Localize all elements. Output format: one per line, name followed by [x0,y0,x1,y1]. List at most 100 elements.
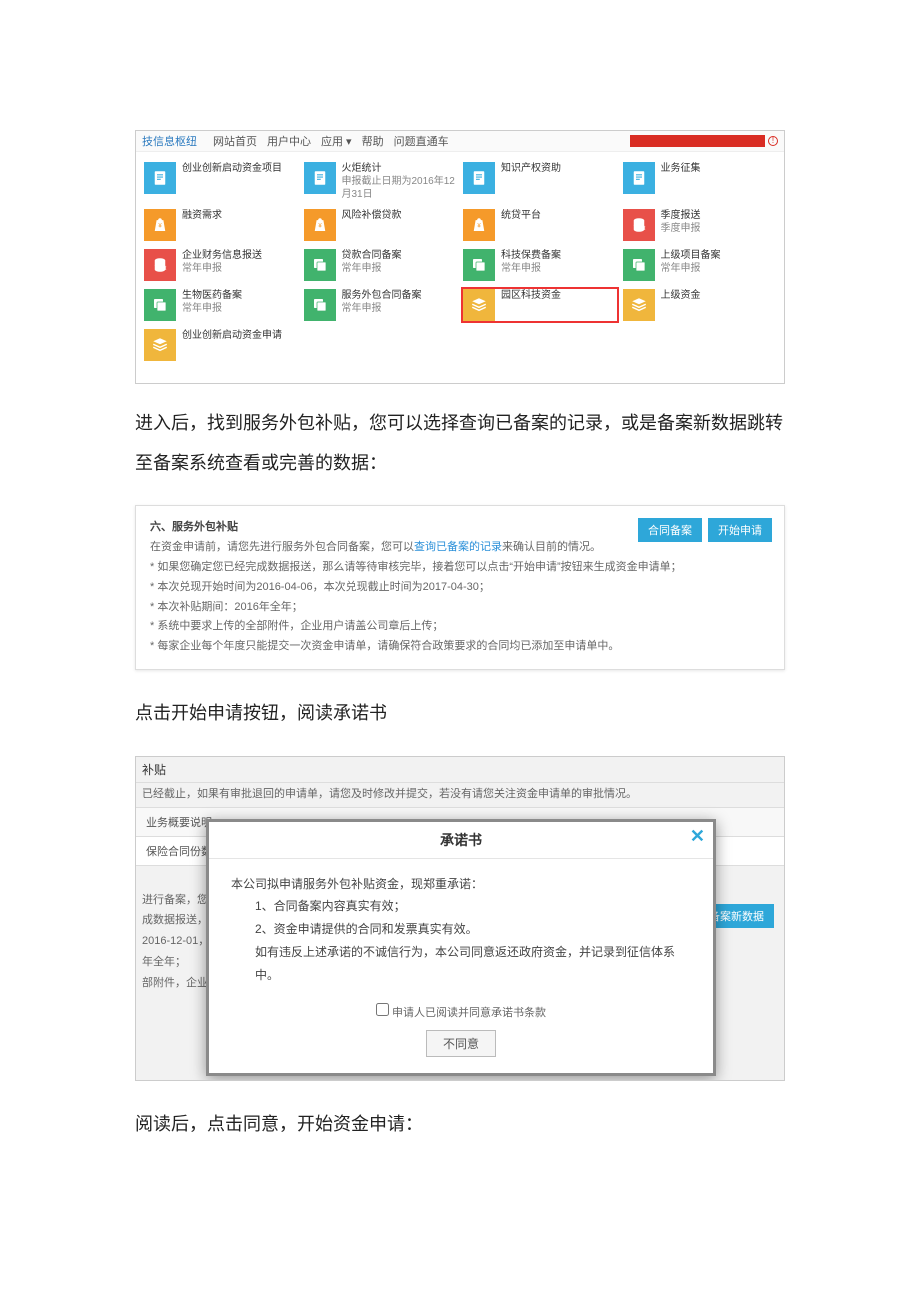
tile-title: 上级项目备案 [661,249,721,262]
dialog-body: 本公司拟申请服务外包补贴资金，现郑重承诺： 1、合同备案内容真实有效； 2、资金… [209,859,713,999]
dialog-header: 承诺书 ✕ [209,822,713,859]
bag-icon: ¥ [304,209,336,241]
bg-subtext: 已经截止，如果有审批退回的申请单，请您及时修改并提交，若没有请您关注资金申请单的… [136,783,784,803]
tile-title: 园区科技资金 [501,289,561,302]
tile-title: 科技保费备案 [501,249,561,262]
stack-icon [463,289,495,321]
nav-user[interactable]: 用户中心 [267,133,311,149]
doc-icon [304,162,336,194]
notice-l1a: 在资金申请前，请您先进行服务外包合同备案，您可以 [150,541,414,553]
screenshot-app-grid: 技信息枢纽 网站首页 用户中心 应用 ▾ 帮助 问题直通车 ! 创业创新启动资金… [135,130,785,384]
notice-line-6: * 每家企业每个年度只能提交一次资金申请单，请确保符合政策要求的合同均已添加至申… [150,637,770,657]
tile-title: 创业创新启动资金项目 [182,162,282,175]
screenshot-dialog: 补贴 已经截止，如果有审批退回的申请单，请您及时修改并提交，若没有请您关注资金申… [135,756,785,1081]
tile-subtitle: 常年申报 [182,302,242,315]
disagree-button[interactable]: 不同意 [426,1030,496,1057]
commitment-dialog: 承诺书 ✕ 本公司拟申请服务外包补贴资金，现郑重承诺： 1、合同备案内容真实有效… [206,819,716,1076]
app-tile-grid: 创业创新启动资金项目 火炬统计申报截止日期为2016年12月31日 知识产权资助 业务… [136,152,784,383]
app-tile[interactable]: 创业创新启动资金申请 [142,327,300,363]
notice-line-5: * 系统中要求上传的全部附件，企业用户请盖公司章后上传； [150,617,770,637]
agree-label: 申请人已阅读并同意承诺书条款 [392,1007,546,1019]
tile-title: 季度报送 [661,209,701,222]
db-icon [623,209,655,241]
nav-links: 网站首页 用户中心 应用 ▾ 帮助 问题直通车 [213,133,449,149]
red-banner [630,135,765,147]
tile-title: 贷款合同备案 [342,249,402,262]
notice-line-4: * 本次补贴期间：2016年全年； [150,598,770,618]
doc-icon [144,162,176,194]
tile-text: 融资需求 [182,209,222,222]
notice-buttons: 合同备案 开始申请 [638,518,772,542]
app-tile[interactable]: 科技保费备案常年申报 [461,247,619,283]
tile-text: 季度报送季度申报 [661,209,701,235]
tile-text: 贷款合同备案常年申报 [342,249,402,275]
alert-dot-icon: ! [768,136,778,146]
app-header: 技信息枢纽 网站首页 用户中心 应用 ▾ 帮助 问题直通车 ! [136,131,784,152]
contract-record-button[interactable]: 合同备案 [638,518,702,542]
app-tile[interactable]: 火炬统计申报截止日期为2016年12月31日 [302,160,460,203]
query-records-link[interactable]: 查询已备案的记录 [414,541,502,553]
tile-title: 服务外包合同备案 [342,289,422,302]
copy-icon [304,249,336,281]
app-tile[interactable]: ¥ 统贷平台 [461,207,619,243]
tile-text: 科技保费备案常年申报 [501,249,561,275]
app-tile[interactable]: ¥ 风险补偿贷款 [302,207,460,243]
tile-text: 知识产权资助 [501,162,561,175]
app-tile[interactable]: 园区科技资金 [461,287,619,323]
dialog-footer: 不同意 [209,1030,713,1073]
copy-icon [144,289,176,321]
tile-text: 上级资金 [661,289,701,302]
nav-home[interactable]: 网站首页 [213,133,257,149]
app-tile[interactable]: 知识产权资助 [461,160,619,203]
copy-icon [463,249,495,281]
tile-title: 火炬统计 [342,162,458,175]
dialog-p2: 1、合同备案内容真实有效； [231,895,691,918]
stack-icon [623,289,655,321]
nav-help[interactable]: 帮助 [362,133,384,149]
tile-subtitle: 常年申报 [342,262,402,275]
app-tile[interactable]: 服务外包合同备案常年申报 [302,287,460,323]
app-tile[interactable]: 上级资金 [621,287,779,323]
nav-apps[interactable]: 应用 ▾ [321,133,352,149]
tile-title: 统贷平台 [501,209,541,222]
tile-subtitle: 常年申报 [661,262,721,275]
tile-title: 融资需求 [182,209,222,222]
nav-feedback[interactable]: 问题直通车 [394,133,449,149]
tile-text: 服务外包合同备案常年申报 [342,289,422,315]
tile-title: 风险补偿贷款 [342,209,402,222]
tile-text: 业务征集 [661,162,701,175]
close-icon[interactable]: ✕ [690,826,705,847]
tile-title: 创业创新启动资金申请 [182,329,282,342]
tile-subtitle: 常年申报 [501,262,561,275]
dialog-checkbox-row: 申请人已阅读并同意承诺书条款 [209,999,713,1030]
tile-subtitle: 申报截止日期为2016年12月31日 [342,175,458,201]
stack-icon [144,329,176,361]
bag-icon: ¥ [463,209,495,241]
app-tile[interactable]: 上级项目备案常年申报 [621,247,779,283]
instruction-para-3: 阅读后，点击同意，开始资金申请： [135,1105,785,1145]
tile-text: 创业创新启动资金项目 [182,162,282,175]
app-tile[interactable]: 企业财务信息报送常年申报 [142,247,300,283]
app-tile[interactable]: 业务征集 [621,160,779,203]
db-icon [144,249,176,281]
tile-subtitle: 季度申报 [661,222,701,235]
app-tile[interactable]: 贷款合同备案常年申报 [302,247,460,283]
tile-title: 生物医药备案 [182,289,242,302]
dialog-p4: 如有违反上述承诺的不诚信行为，本公司同意返还政府资金，并记录到征信体系中。 [231,941,691,987]
dialog-title: 承诺书 [440,832,482,848]
tile-text: 统贷平台 [501,209,541,222]
tile-text: 企业财务信息报送常年申报 [182,249,262,275]
app-tile[interactable]: 创业创新启动资金项目 [142,160,300,203]
app-tile[interactable]: 季度报送季度申报 [621,207,779,243]
tile-title: 上级资金 [661,289,701,302]
app-tile[interactable]: 生物医药备案常年申报 [142,287,300,323]
start-apply-button[interactable]: 开始申请 [708,518,772,542]
instruction-para-1: 进入后，找到服务外包补贴，您可以选择查询已备案的记录，或是备案新数据跳转至备案系… [135,404,785,483]
agree-checkbox[interactable] [376,1003,389,1016]
bg-header: 补贴 [136,757,784,783]
notice-line-2: * 如果您确定您已经完成数据报送，那么请等待审核完毕，接着您可以点击“开始申请”… [150,558,770,578]
app-tile[interactable]: ¥融资需求 [142,207,300,243]
tile-text: 园区科技资金 [501,289,561,302]
tile-text: 上级项目备案常年申报 [661,249,721,275]
tile-subtitle: 常年申报 [342,302,422,315]
